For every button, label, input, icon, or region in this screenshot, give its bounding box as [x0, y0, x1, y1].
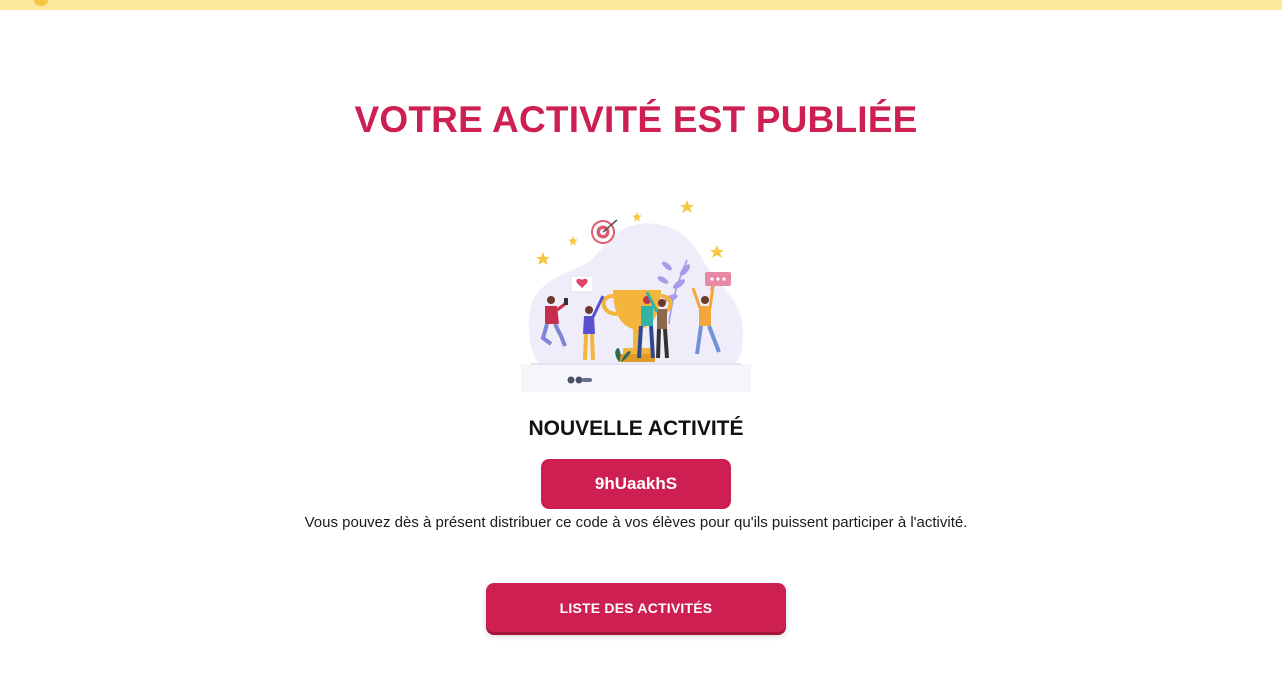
activity-code-badge: 9hUaakhS	[541, 459, 731, 509]
top-banner	[0, 0, 1282, 10]
page-title: VOTRE ACTIVITÉ EST PUBLIÉE	[354, 99, 918, 140]
activity-name: NOUVELLE ACTIVITÉ	[528, 417, 744, 440]
activity-instructions: Vous pouvez dès à présent distribuer ce …	[304, 514, 968, 531]
banner-corner-decoration	[34, 0, 48, 6]
celebration-trophy-illustration	[521, 200, 751, 392]
illustration-bottom-band	[521, 364, 751, 392]
main-content: VOTRE ACTIVITÉ EST PUBLIÉE NOUVELLE ACTI…	[0, 10, 1282, 683]
heart-bubble-icon	[570, 275, 594, 293]
activities-list-button[interactable]: LISTE DES ACTIVITÉS	[486, 583, 786, 632]
